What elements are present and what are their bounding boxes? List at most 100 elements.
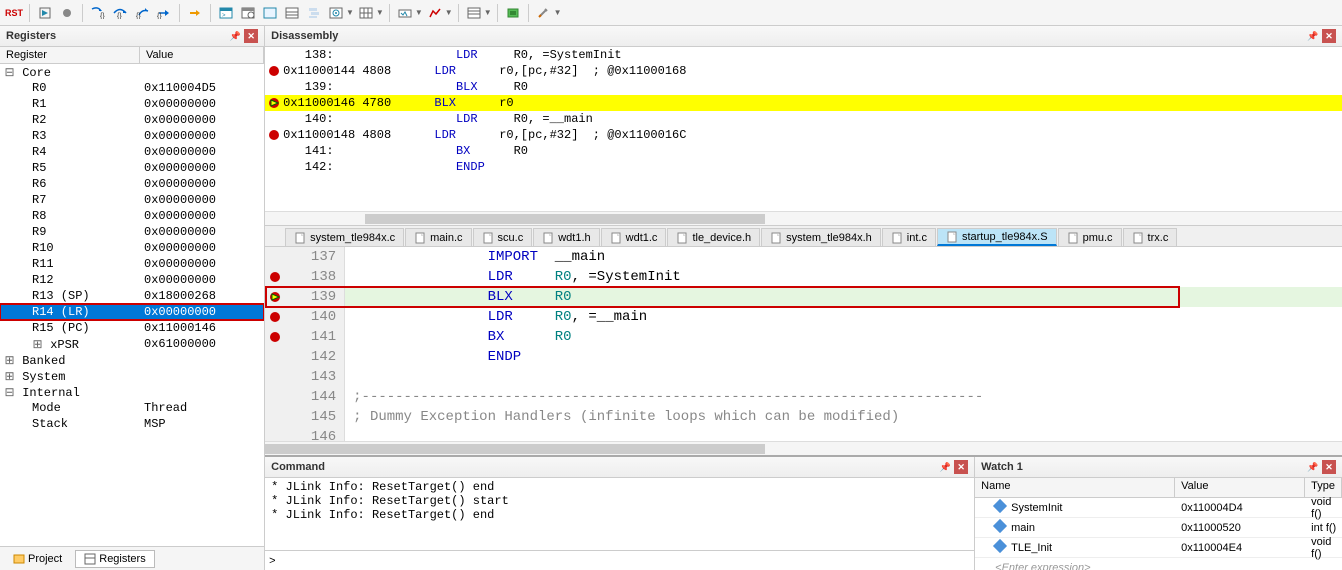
register-group-core[interactable]: ⊟ Core (0, 64, 264, 80)
tab-registers[interactable]: Registers (75, 550, 154, 568)
code-line[interactable]: LDR R0, =SystemInit (345, 267, 1342, 287)
close-icon[interactable]: ✕ (954, 460, 968, 474)
step-out-button[interactable]: {} (132, 3, 152, 23)
file-tab[interactable]: wdt1.c (601, 228, 667, 246)
col-value[interactable]: Value (1175, 478, 1305, 497)
register-row[interactable]: R120x00000000 (0, 272, 264, 288)
dropdown-arrow-icon[interactable]: ▼ (346, 8, 354, 17)
file-tab[interactable]: pmu.c (1058, 228, 1122, 246)
file-tab[interactable]: startup_tle984x.S (937, 228, 1057, 246)
code-line[interactable]: ;---------------------------------------… (345, 387, 1342, 407)
register-row[interactable]: ModeThread (0, 400, 264, 416)
pin-icon[interactable]: 📌 (1306, 460, 1320, 474)
dropdown-arrow-icon[interactable]: ▼ (376, 8, 384, 17)
command-output[interactable]: * JLink Info: ResetTarget() end* JLink I… (265, 478, 974, 550)
show-next-button[interactable] (185, 3, 205, 23)
trace-button[interactable] (464, 3, 484, 23)
disassembly-line[interactable]: 141: BX R0 (265, 143, 1342, 159)
file-tab[interactable]: wdt1.h (533, 228, 599, 246)
system-viewer-button[interactable] (503, 3, 523, 23)
disassembly-line[interactable]: 142: ENDP (265, 159, 1342, 175)
disassembly-window-button[interactable] (238, 3, 258, 23)
disassembly-line[interactable]: 0x11000144 4808 LDR r0,[pc,#32] ; @0x110… (265, 63, 1342, 79)
step-into-button[interactable]: {} (88, 3, 108, 23)
watch-enter-row[interactable]: <Enter expression> (975, 558, 1342, 570)
watch-window-button[interactable] (326, 3, 346, 23)
editor-scrollbar[interactable] (265, 441, 1342, 455)
register-row[interactable]: R15 (PC)0x11000146 (0, 320, 264, 336)
pin-icon[interactable]: 📌 (938, 460, 952, 474)
file-tab[interactable]: trx.c (1123, 228, 1178, 246)
step-over-button[interactable]: {} (110, 3, 130, 23)
analysis-button[interactable] (425, 3, 445, 23)
col-value[interactable]: Value (140, 47, 264, 63)
register-row[interactable]: R40x00000000 (0, 144, 264, 160)
disassembly-line[interactable]: 139: BLX R0 (265, 79, 1342, 95)
code-line[interactable] (345, 427, 1342, 441)
disassembly-line[interactable]: 138: LDR R0, =SystemInit (265, 47, 1342, 63)
register-row[interactable]: R50x00000000 (0, 160, 264, 176)
watch-row[interactable]: main0x11000520int f() (975, 518, 1342, 538)
dropdown-arrow-icon[interactable]: ▼ (415, 8, 423, 17)
close-icon[interactable]: ✕ (1322, 29, 1336, 43)
disassembly-scrollbar[interactable] (265, 211, 1342, 225)
disassembly-line[interactable]: 0x11000146 4780 BLX r0 (265, 95, 1342, 111)
command-window-button[interactable]: > (216, 3, 236, 23)
disassembly-line[interactable]: 0x11000148 4808 LDR r0,[pc,#32] ; @0x110… (265, 127, 1342, 143)
file-tab[interactable]: int.c (882, 228, 936, 246)
register-row[interactable]: R90x00000000 (0, 224, 264, 240)
code-line[interactable]: BX R0 (345, 327, 1342, 347)
registers-window-button[interactable] (282, 3, 302, 23)
register-row[interactable]: R00x110004D5 (0, 80, 264, 96)
reset-button[interactable]: RST (4, 3, 24, 23)
command-input[interactable]: > (265, 550, 974, 570)
watch-grid[interactable]: Name Value Type SystemInit0x110004D4void… (975, 478, 1342, 570)
disassembly-line[interactable]: 140: LDR R0, =__main (265, 111, 1342, 127)
file-tab[interactable]: system_tle984x.c (285, 228, 404, 246)
code-line[interactable]: IMPORT __main (345, 247, 1342, 267)
register-row[interactable]: R110x00000000 (0, 256, 264, 272)
col-register[interactable]: Register (0, 47, 140, 63)
watch-row[interactable]: SystemInit0x110004D4void f() (975, 498, 1342, 518)
serial-window-button[interactable] (395, 3, 415, 23)
pin-icon[interactable]: 📌 (1306, 29, 1320, 43)
dropdown-arrow-icon[interactable]: ▼ (484, 8, 492, 17)
dropdown-arrow-icon[interactable]: ▼ (554, 8, 562, 17)
call-stack-button[interactable] (304, 3, 324, 23)
close-icon[interactable]: ✕ (1322, 460, 1336, 474)
run-button[interactable] (35, 3, 55, 23)
register-row[interactable]: ⊞ xPSR0x61000000 (0, 336, 264, 352)
memory-window-button[interactable] (356, 3, 376, 23)
tools-button[interactable] (534, 3, 554, 23)
code-line[interactable]: BLX R0 (345, 287, 1342, 307)
watch-row[interactable]: TLE_Init0x110004E4void f() (975, 538, 1342, 558)
code-line[interactable]: ; Dummy Exception Handlers (infinite loo… (345, 407, 1342, 427)
disassembly-view[interactable]: 138: LDR R0, =SystemInit0x11000144 4808 … (265, 47, 1342, 211)
col-name[interactable]: Name (975, 478, 1175, 497)
file-tab[interactable]: tle_device.h (667, 228, 760, 246)
registers-tree[interactable]: ⊟ Core R00x110004D5R10x00000000R20x00000… (0, 64, 264, 546)
run-to-cursor-button[interactable]: {} (154, 3, 174, 23)
code-line[interactable]: ENDP (345, 347, 1342, 367)
register-row[interactable]: R80x00000000 (0, 208, 264, 224)
code-line[interactable]: LDR R0, =__main (345, 307, 1342, 327)
register-group[interactable]: ⊞ System (0, 368, 264, 384)
dropdown-arrow-icon[interactable]: ▼ (445, 8, 453, 17)
register-row[interactable]: R13 (SP)0x18000268 (0, 288, 264, 304)
close-icon[interactable]: ✕ (244, 29, 258, 43)
register-row[interactable]: R10x00000000 (0, 96, 264, 112)
register-group[interactable]: ⊟ Internal (0, 384, 264, 400)
tab-project[interactable]: Project (4, 550, 71, 568)
file-tab[interactable]: system_tle984x.h (761, 228, 881, 246)
symbols-window-button[interactable] (260, 3, 280, 23)
register-row[interactable]: R30x00000000 (0, 128, 264, 144)
col-type[interactable]: Type (1305, 478, 1342, 497)
file-tab[interactable]: scu.c (473, 228, 533, 246)
register-row[interactable]: R14 (LR)0x00000000 (0, 304, 264, 320)
code-line[interactable] (345, 367, 1342, 387)
register-row[interactable]: R60x00000000 (0, 176, 264, 192)
pin-icon[interactable]: 📌 (228, 29, 242, 43)
register-row[interactable]: StackMSP (0, 416, 264, 432)
source-editor[interactable]: 137138139140141142143144145146 IMPORT __… (265, 247, 1342, 441)
register-group[interactable]: ⊞ Banked (0, 352, 264, 368)
